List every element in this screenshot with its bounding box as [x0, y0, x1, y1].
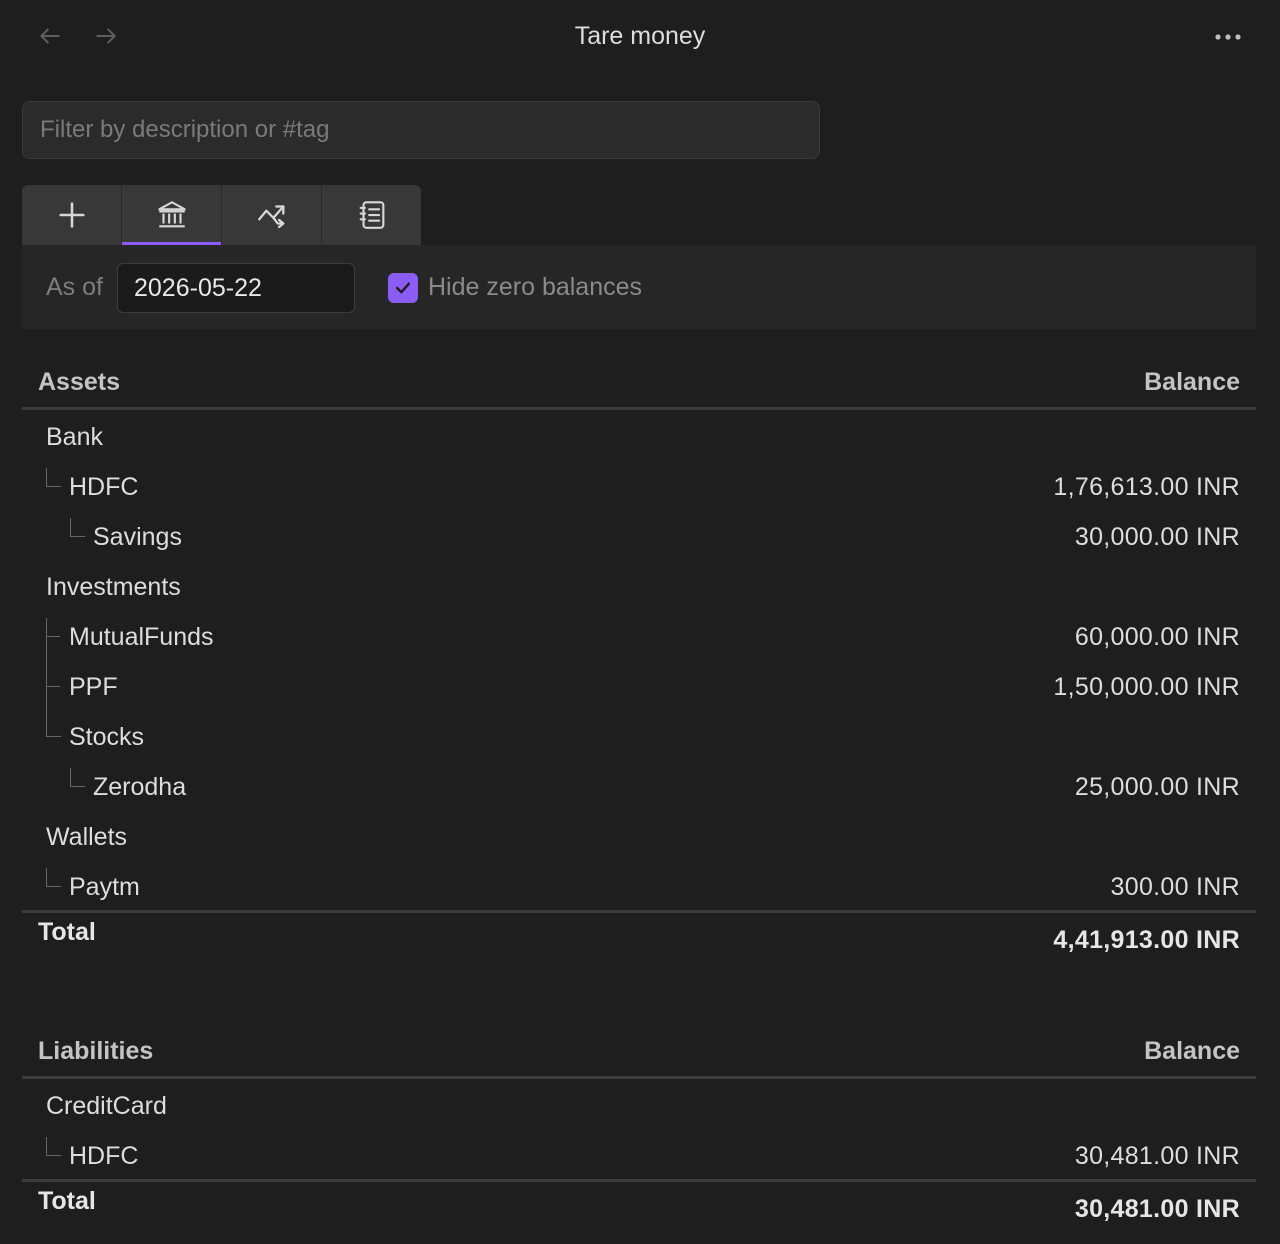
- account-row-hdfc[interactable]: HDFC 1,76,613.00 INR: [22, 460, 1256, 510]
- arrow-right-icon: [96, 28, 116, 44]
- as-of-date-input[interactable]: [117, 263, 355, 313]
- assets-heading: Assets: [38, 368, 120, 396]
- bank-icon: [157, 201, 186, 228]
- account-row-mutualfunds[interactable]: MutualFunds 60,000.00 INR: [22, 610, 1256, 660]
- account-row-creditcard[interactable]: CreditCard: [22, 1079, 1256, 1129]
- assets-total-row: Total 4,41,913.00 INR: [22, 910, 1256, 971]
- view-tabs: [22, 185, 421, 245]
- back-button[interactable]: [34, 20, 66, 52]
- hide-zero-label: Hide zero balances: [428, 273, 643, 301]
- filter-input[interactable]: [22, 101, 820, 159]
- plus-icon: [58, 202, 85, 228]
- assets-total-value: 4,41,913.00 INR: [1053, 926, 1240, 954]
- assets-section: Assets Balance Bank HDFC 1,76,613.00 INR …: [22, 349, 1256, 971]
- liabilities-section: Liabilities Balance CreditCard HDFC 30,48…: [22, 1018, 1256, 1240]
- ledger-icon: [359, 201, 384, 229]
- account-row-investments[interactable]: Investments: [22, 560, 1256, 610]
- account-row-hdfc-credit[interactable]: HDFC 30,481.00 INR: [22, 1129, 1256, 1179]
- assets-header: Assets Balance: [22, 349, 1256, 410]
- account-row-stocks[interactable]: Stocks: [22, 710, 1256, 760]
- top-bar: Tare money: [0, 0, 1280, 74]
- account-row-bank[interactable]: Bank: [22, 410, 1256, 460]
- trend-icon: [257, 205, 284, 229]
- arrow-left-icon: [40, 28, 60, 44]
- account-row-paytm[interactable]: Paytm 300.00 INR: [22, 860, 1256, 910]
- total-label: Total: [38, 1187, 96, 1215]
- more-options-button[interactable]: [1208, 22, 1248, 52]
- total-label: Total: [38, 918, 96, 946]
- assets-rows: Bank HDFC 1,76,613.00 INR Savings 30,000.0…: [22, 410, 1256, 910]
- tab-balances[interactable]: [122, 185, 222, 245]
- liabilities-header: Liabilities Balance: [22, 1018, 1256, 1079]
- account-row-zerodha[interactable]: Zerodha 25,000.00 INR: [22, 760, 1256, 810]
- liabilities-rows: CreditCard HDFC 30,481.00 INR: [22, 1079, 1256, 1179]
- check-icon: [395, 282, 411, 294]
- liabilities-heading: Liabilities: [38, 1037, 154, 1065]
- tab-add-transaction[interactable]: [22, 185, 122, 245]
- more-horizontal-icon: [1215, 34, 1241, 40]
- account-row-wallets[interactable]: Wallets: [22, 810, 1256, 860]
- account-row-savings[interactable]: Savings 30,000.00 INR: [22, 510, 1256, 560]
- as-of-label: As of: [46, 273, 103, 301]
- tab-trends[interactable]: [222, 185, 322, 245]
- forward-button[interactable]: [90, 20, 122, 52]
- page-title: Tare money: [574, 22, 706, 50]
- account-row-ppf[interactable]: PPF 1,50,000.00 INR: [22, 660, 1256, 710]
- balance-heading: Balance: [1144, 1037, 1240, 1065]
- options-bar: As of Hide zero balances: [22, 245, 1256, 329]
- liabilities-total-value: 30,481.00 INR: [1074, 1195, 1240, 1223]
- hide-zero-checkbox[interactable]: [388, 273, 418, 303]
- liabilities-total-row: Total 30,481.00 INR: [22, 1179, 1256, 1240]
- balance-heading: Balance: [1144, 368, 1240, 396]
- tab-ledger[interactable]: [322, 185, 421, 245]
